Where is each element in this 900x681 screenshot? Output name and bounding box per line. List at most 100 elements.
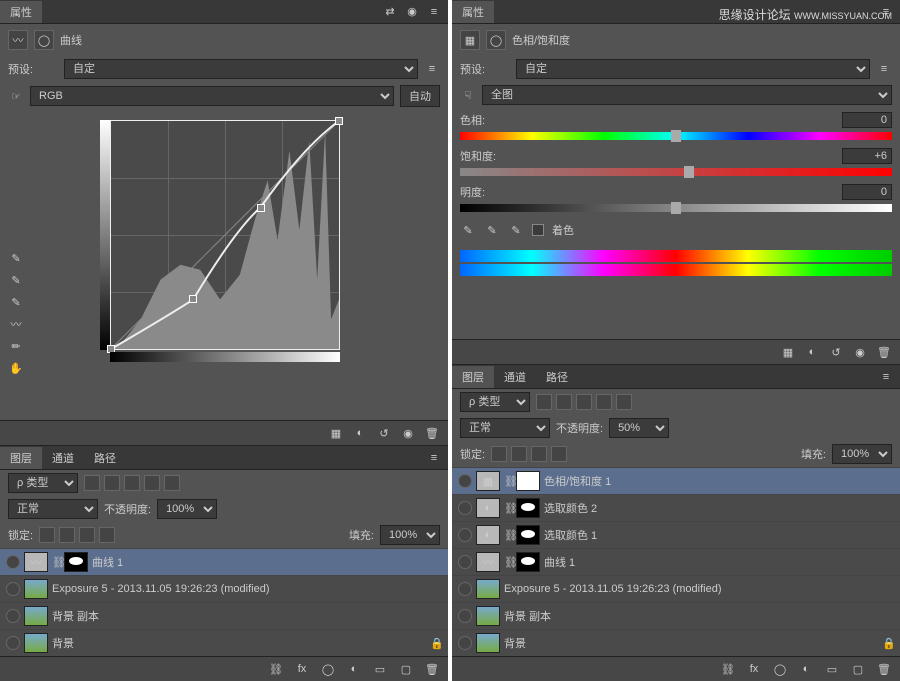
layer-row[interactable]: 〰 ⛓ 曲线 1	[452, 548, 900, 575]
auto-button[interactable]: 自动	[400, 85, 440, 107]
range-select[interactable]: 全图	[482, 85, 892, 105]
delete-layer-icon[interactable]: 🗑	[424, 661, 440, 677]
group-icon[interactable]: ▭	[824, 661, 840, 677]
visibility-toggle[interactable]	[458, 501, 472, 515]
fx-icon[interactable]: fx	[294, 661, 310, 677]
preset-select[interactable]: 自定	[516, 59, 870, 79]
layer-name[interactable]: Exposure 5 - 2013.11.05 19:26:23 (modifi…	[504, 583, 722, 595]
filter-pixel-icon[interactable]	[536, 394, 552, 410]
layer-name[interactable]: 选取颜色 1	[544, 527, 597, 543]
reset-icon[interactable]: ↺	[828, 344, 844, 360]
lock-position-icon[interactable]	[531, 446, 547, 462]
layer-thumb-adj[interactable]: ▦	[476, 471, 500, 491]
visibility-toggle[interactable]	[458, 555, 472, 569]
eyedropper-minus-icon[interactable]: ✎	[508, 222, 524, 238]
layer-name[interactable]: 色相/饱和度 1	[544, 473, 611, 489]
preset-menu-icon[interactable]: ≡	[424, 61, 440, 77]
fx-icon[interactable]: fx	[746, 661, 762, 677]
mask-add-icon[interactable]: ◯	[320, 661, 336, 677]
arrows-icon[interactable]: ⇄	[382, 4, 398, 20]
lock-pixels-icon[interactable]	[511, 446, 527, 462]
filter-icons[interactable]	[84, 475, 180, 491]
new-layer-icon[interactable]: ▢	[850, 661, 866, 677]
layer-row[interactable]: ◐ ⛓ 选取颜色 1	[452, 521, 900, 548]
eyedropper-white-icon[interactable]: ✎	[8, 294, 24, 310]
layer-name[interactable]: 背景	[52, 635, 74, 651]
layer-name[interactable]: 曲线 1	[544, 554, 575, 570]
visibility-toggle[interactable]	[458, 609, 472, 623]
panel-menu-icon[interactable]: ≡	[426, 450, 442, 466]
lock-transparent-icon[interactable]	[491, 446, 507, 462]
channel-select[interactable]: RGB	[30, 86, 394, 106]
layer-name[interactable]: 背景 副本	[504, 608, 551, 624]
curves-graph[interactable]	[110, 120, 340, 350]
saturation-slider[interactable]	[460, 168, 892, 176]
visibility-toggle[interactable]	[6, 582, 20, 596]
trash-icon[interactable]: 🗑	[424, 425, 440, 441]
delete-layer-icon[interactable]: 🗑	[876, 661, 892, 677]
saturation-value[interactable]: +6	[842, 148, 892, 164]
camera-icon[interactable]: ◉	[404, 4, 420, 20]
visibility-toggle[interactable]	[6, 609, 20, 623]
fill-input[interactable]: 100%	[832, 444, 892, 464]
eyedropper-icon[interactable]: ✎	[460, 222, 476, 238]
fill-input[interactable]: 100%	[380, 525, 440, 545]
filter-adjust-icon[interactable]	[556, 394, 572, 410]
new-layer-icon[interactable]: ▢	[398, 661, 414, 677]
eyedropper-black-icon[interactable]: ✎	[8, 250, 24, 266]
visibility-toggle[interactable]	[6, 555, 20, 569]
layer-row[interactable]: 背景 🔒	[0, 629, 448, 656]
hand-icon[interactable]: ✋	[8, 360, 24, 376]
layer-name[interactable]: 曲线 1	[92, 554, 123, 570]
layer-row[interactable]: Exposure 5 - 2013.11.05 19:26:23 (modifi…	[0, 575, 448, 602]
layer-mask[interactable]	[516, 552, 540, 572]
channels-tab[interactable]: 通道	[494, 366, 536, 388]
layer-name[interactable]: 背景	[504, 635, 526, 651]
clip-icon[interactable]: ▦	[780, 344, 796, 360]
layer-thumb[interactable]	[24, 606, 48, 626]
properties-tab[interactable]: 属性	[452, 1, 494, 23]
link-layers-icon[interactable]: ⛓	[720, 661, 736, 677]
visibility-icon[interactable]: ◉	[400, 425, 416, 441]
layer-row[interactable]: 背景 🔒	[452, 629, 900, 656]
reset-icon[interactable]: ↺	[376, 425, 392, 441]
lightness-value[interactable]: 0	[842, 184, 892, 200]
colorize-checkbox[interactable]	[532, 224, 544, 236]
lock-transparent-icon[interactable]	[39, 527, 55, 543]
layer-thumb[interactable]	[476, 606, 500, 626]
curve-point-2[interactable]	[257, 204, 265, 212]
filter-smart-icon[interactable]	[616, 394, 632, 410]
layer-thumb-adj[interactable]: 〰	[476, 552, 500, 572]
eyedropper-gray-icon[interactable]: ✎	[8, 272, 24, 288]
properties-tab[interactable]: 属性	[0, 1, 42, 23]
previous-icon[interactable]: ◐	[352, 425, 368, 441]
lightness-slider[interactable]	[460, 204, 892, 212]
mask-icon[interactable]: ◯	[34, 30, 54, 50]
smooth-icon[interactable]: 〰	[8, 316, 24, 332]
layer-mask[interactable]	[516, 498, 540, 518]
kind-filter[interactable]: ρ 类型	[460, 392, 530, 412]
opacity-input[interactable]: 100%	[157, 499, 217, 519]
layers-tab[interactable]: 图层	[452, 366, 494, 388]
filter-shape-icon[interactable]	[596, 394, 612, 410]
filter-pixel-icon[interactable]	[84, 475, 100, 491]
adjustment-add-icon[interactable]: ◐	[798, 661, 814, 677]
panel-menu-icon[interactable]: ≡	[878, 369, 894, 385]
visibility-toggle[interactable]	[458, 474, 472, 488]
layer-row[interactable]: ◐ ⛓ 选取颜色 2	[452, 494, 900, 521]
adjustment-add-icon[interactable]: ◐	[346, 661, 362, 677]
layer-row[interactable]: ▦ ⛓ 色相/饱和度 1	[452, 467, 900, 494]
layer-thumb-adj[interactable]: ◐	[476, 525, 500, 545]
visibility-icon[interactable]: ◉	[852, 344, 868, 360]
mask-add-icon[interactable]: ◯	[772, 661, 788, 677]
channels-tab[interactable]: 通道	[42, 447, 84, 469]
filter-type-icon[interactable]	[124, 475, 140, 491]
curve-point-1[interactable]	[189, 295, 197, 303]
curve-point-3[interactable]	[335, 117, 343, 125]
layer-row[interactable]: Exposure 5 - 2013.11.05 19:26:23 (modifi…	[452, 575, 900, 602]
layer-name[interactable]: Exposure 5 - 2013.11.05 19:26:23 (modifi…	[52, 583, 270, 595]
layer-thumb-adj[interactable]: 〰	[24, 552, 48, 572]
preset-select[interactable]: 自定	[64, 59, 418, 79]
hand-icon[interactable]: ☟	[460, 87, 476, 103]
filter-smart-icon[interactable]	[164, 475, 180, 491]
